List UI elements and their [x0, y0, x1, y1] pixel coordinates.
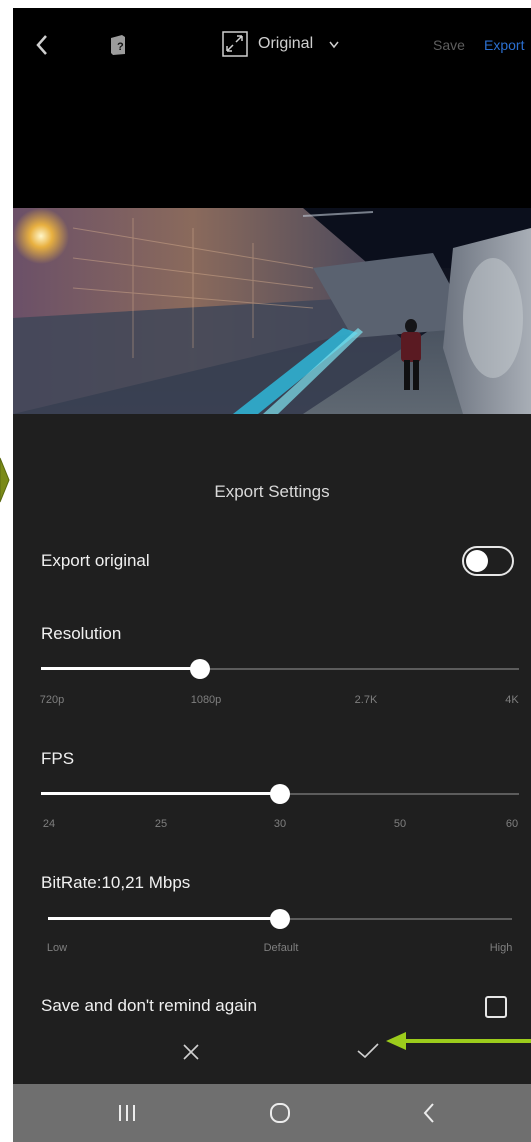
bitrate-tick-default: Default [263, 942, 299, 954]
export-original-label: Export original [41, 551, 150, 570]
slider-fill [41, 667, 201, 670]
remember-checkbox[interactable] [485, 996, 507, 1018]
slider-thumb[interactable] [270, 909, 290, 929]
resolution-tick-720p: 720p [39, 694, 65, 706]
resolution-slider[interactable] [41, 659, 519, 679]
fps-tick-50: 50 [393, 818, 407, 830]
chevron-down-icon [329, 41, 339, 49]
bitrate-tick-high: High [489, 942, 513, 954]
toggle-knob [466, 550, 488, 572]
remember-label: Save and don't remind again [41, 996, 257, 1015]
bitrate-slider[interactable] [48, 909, 512, 929]
back-arrow-icon[interactable] [35, 34, 49, 56]
sheet-title: Export Settings [214, 482, 330, 501]
export-button[interactable]: Export [484, 37, 524, 53]
fps-tick-24: 24 [42, 818, 56, 830]
fps-label: FPS [41, 749, 75, 768]
video-preview[interactable] [13, 208, 531, 414]
resolution-tick-2.7k: 2.7K [354, 694, 378, 706]
export-original-toggle[interactable] [462, 546, 514, 576]
checkmark-icon[interactable] [356, 1040, 380, 1060]
resolution-tick-1080p: 1080p [190, 694, 222, 706]
svg-text:?: ? [117, 41, 124, 53]
bitrate-tick-low: Low [46, 942, 68, 954]
system-nav-bar [13, 1084, 531, 1142]
slider-thumb[interactable] [270, 784, 290, 804]
export-settings-sheet: Export Settings Export original Resoluti… [13, 414, 531, 1084]
bitrate-label: BitRate:10,21 Mbps [41, 873, 191, 892]
help-book-icon[interactable]: ? [109, 34, 127, 56]
resolution-label: Resolution [41, 624, 122, 643]
slider-fill [41, 792, 280, 795]
slider-thumb[interactable] [190, 659, 211, 679]
aspect-ratio-label: Original [258, 35, 314, 52]
annotation-edge-mark [0, 457, 10, 503]
fps-tick-30: 30 [273, 818, 287, 830]
home-icon[interactable] [269, 1102, 291, 1124]
top-toolbar: ? Original Save Export [13, 8, 531, 82]
recents-icon[interactable] [117, 1104, 137, 1122]
fps-tick-60: 60 [505, 818, 519, 830]
fps-tick-25: 25 [154, 818, 168, 830]
close-icon[interactable] [181, 1042, 201, 1062]
expand-icon [222, 31, 248, 57]
fps-slider[interactable] [41, 784, 519, 804]
save-button[interactable]: Save [433, 37, 465, 53]
back-chevron-icon[interactable] [422, 1102, 436, 1124]
resolution-tick-4k: 4K [505, 694, 519, 706]
phone-screen: ? Original Save Export Export Settings E… [13, 8, 531, 1142]
annotation-arrow [386, 1032, 531, 1050]
slider-fill [48, 917, 280, 920]
